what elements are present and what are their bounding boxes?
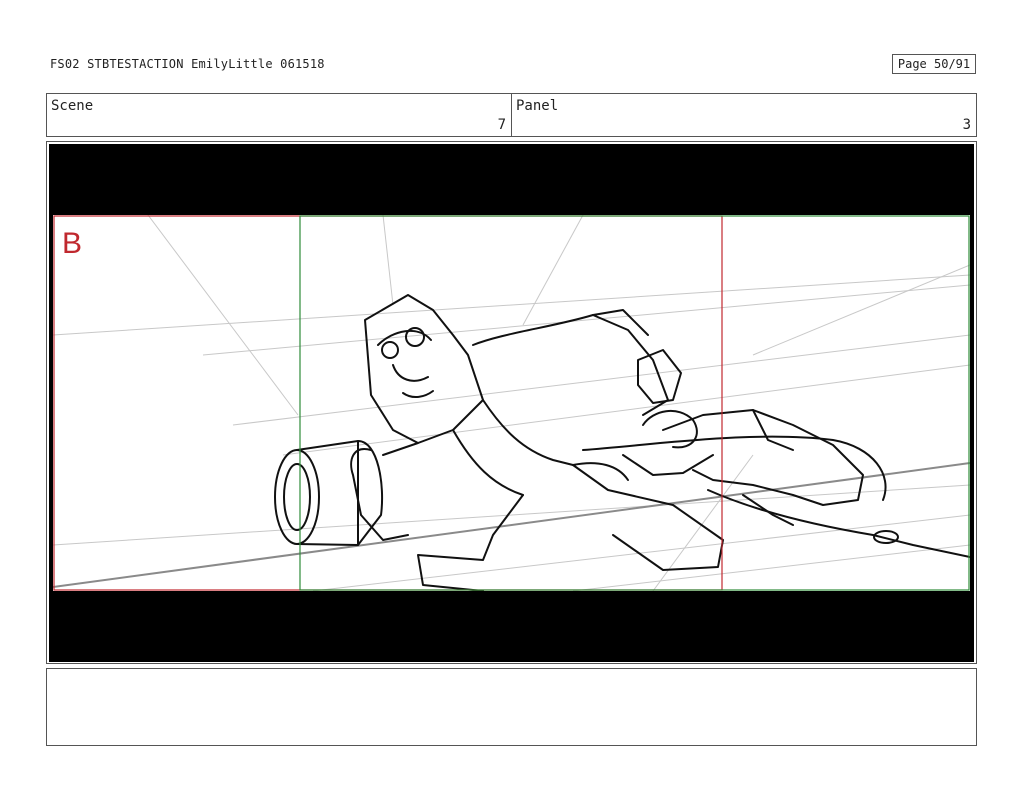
frame-marker: B	[62, 227, 82, 260]
storyboard-drawing: B	[53, 215, 970, 591]
scene-value: 7	[497, 117, 506, 133]
panel-cell: Panel 3	[512, 94, 976, 136]
panel-value: 3	[962, 117, 971, 133]
document-title: FS02 STBTESTACTION EmilyLittle 061518	[50, 57, 325, 71]
page-number: Page 50/91	[892, 54, 976, 74]
scene-label: Scene	[51, 98, 94, 114]
notes-box	[46, 668, 977, 746]
scene-cell: Scene 7	[47, 94, 512, 136]
scene-panel-row: Scene 7 Panel 3	[46, 93, 977, 137]
panel-label: Panel	[516, 98, 559, 114]
